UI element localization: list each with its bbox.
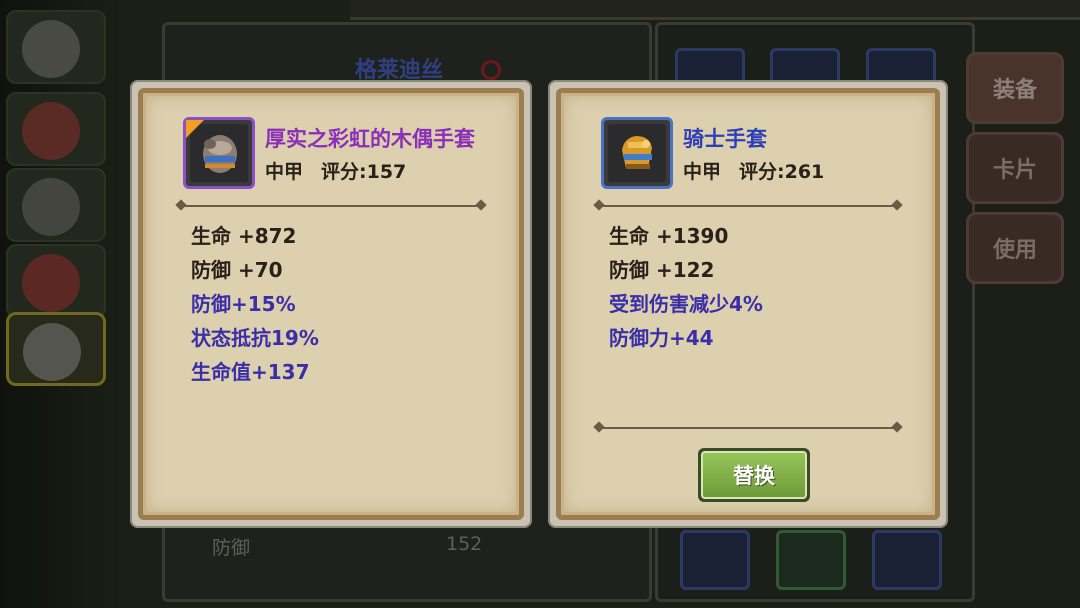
equipment-slot[interactable]	[680, 530, 750, 590]
hero-list	[0, 0, 118, 608]
card-body: 厚实之彩虹的木偶手套 中甲 评分:157 生命 +872 防御 +70 防御+15…	[138, 88, 524, 520]
stat-list: 生命 +872 防御 +70 防御+15% 状态抵抗19% 生命值+137	[191, 219, 319, 389]
tab-equipment[interactable]: 装备	[966, 52, 1064, 124]
item-icon-frame	[601, 117, 673, 189]
divider	[179, 205, 483, 207]
hero-slot[interactable]	[6, 244, 106, 318]
stat-label: 防御	[212, 537, 251, 559]
equipment-slot[interactable]	[776, 530, 846, 590]
new-item-card: 骑士手套 中甲 评分:261 生命 +1390 防御 +122 受到伤害减少4% …	[548, 80, 948, 528]
hero-slot-selected[interactable]	[6, 312, 106, 386]
bonus-stat-line: 防御+15%	[191, 292, 296, 316]
equipment-slot[interactable]	[872, 530, 942, 590]
stat-line: 防御 +70	[191, 258, 283, 282]
hero-slot[interactable]	[6, 92, 106, 166]
knight-glove-icon	[608, 124, 666, 182]
item-icon-frame	[183, 117, 255, 189]
item-score: 评分:261	[739, 161, 825, 183]
bonus-stat-line: 状态抵抗19%	[191, 326, 319, 350]
hero-slot[interactable]	[6, 168, 106, 242]
stat-line: 生命 +872	[191, 224, 297, 248]
prohibited-icon	[481, 60, 501, 80]
replace-button[interactable]: 替换	[698, 448, 810, 502]
card-body: 骑士手套 中甲 评分:261 生命 +1390 防御 +122 受到伤害减少4% …	[556, 88, 940, 520]
item-meta: 中甲 评分:157	[265, 157, 406, 184]
stat-list: 生命 +1390 防御 +122 受到伤害减少4% 防御力+44	[609, 219, 763, 355]
stat-line: 防御 +122	[609, 258, 715, 282]
hero-slot[interactable]	[6, 10, 106, 84]
tab-cards[interactable]: 卡片	[966, 132, 1064, 204]
replace-button-label[interactable]: 替换	[701, 451, 807, 499]
top-bar	[350, 0, 1080, 20]
rarity-badge	[186, 120, 204, 138]
bonus-stat-line: 防御力+44	[609, 326, 714, 350]
bonus-stat-line: 受到伤害减少4%	[609, 292, 763, 316]
stat-line: 生命 +1390	[609, 224, 729, 248]
tab-use[interactable]: 使用	[966, 212, 1064, 284]
stat-value: 152	[446, 533, 483, 555]
item-score: 评分:157	[321, 161, 407, 183]
item-type: 中甲	[265, 161, 304, 183]
divider	[597, 205, 899, 207]
bonus-stat-line: 生命值+137	[191, 360, 310, 384]
divider	[597, 427, 899, 429]
item-name: 骑士手套	[683, 127, 767, 151]
current-item-card: 厚实之彩虹的木偶手套 中甲 评分:157 生命 +872 防御 +70 防御+15…	[130, 80, 532, 528]
item-name: 厚实之彩虹的木偶手套	[265, 127, 475, 151]
item-type: 中甲	[683, 161, 722, 183]
item-meta: 中甲 评分:261	[683, 157, 824, 184]
